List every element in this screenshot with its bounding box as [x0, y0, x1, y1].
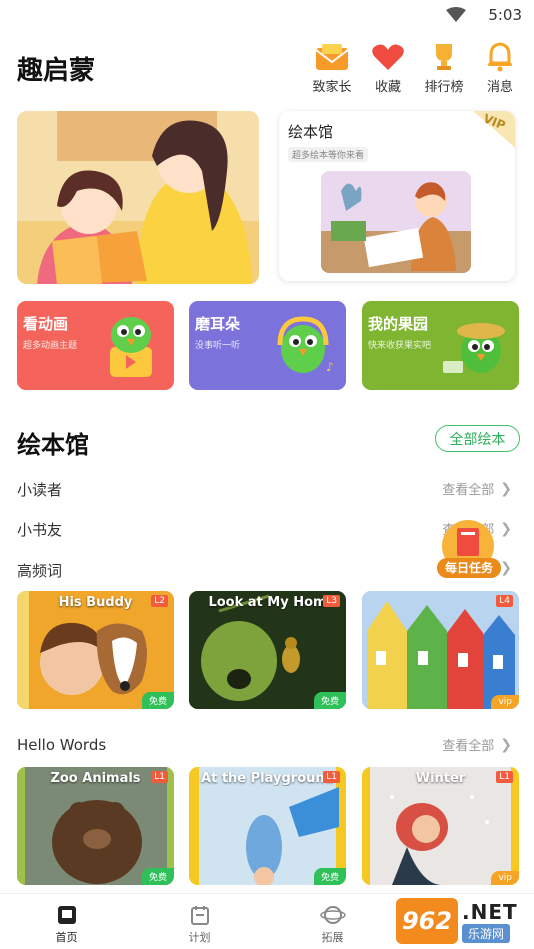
- promo-illustration: [321, 171, 471, 273]
- view-all-little-readers[interactable]: 查看全部 ❯: [442, 479, 512, 499]
- nav-plan[interactable]: 计划: [133, 894, 266, 949]
- messages-label: 消息: [486, 80, 513, 95]
- favorites-label: 收藏: [374, 80, 401, 95]
- cartoons-subtitle: 超多动画主题: [23, 341, 78, 351]
- vip-badge: vip: [491, 695, 519, 709]
- book-card[interactable]: Winter L1 vip: [362, 767, 519, 885]
- parents-label: 致家长: [312, 80, 352, 95]
- farmer-parrot-mascot-icon: [443, 323, 505, 373]
- site-watermark-logo: 962 .NET 乐游网: [396, 898, 530, 944]
- listening-subtitle: 没事听一听: [195, 341, 241, 351]
- wifi-icon: [446, 7, 466, 22]
- tv-parrot-mascot-icon: [110, 317, 152, 377]
- level-badge: L4: [496, 595, 513, 607]
- row-label-book-friends: 小书友: [17, 521, 63, 539]
- chevron-right-icon: ❯: [500, 560, 512, 576]
- view-all-label: 查看全部: [442, 739, 495, 754]
- nav-home[interactable]: 首页: [0, 894, 133, 949]
- bell-icon: [480, 40, 520, 74]
- top-actions: 致家长 收藏 排行榜 消息: [304, 40, 528, 95]
- free-badge: 免费: [313, 692, 346, 709]
- vip-badge: vip: [491, 871, 519, 885]
- listening-card[interactable]: 磨耳朵 没事听一听 ♪: [189, 301, 346, 390]
- nav-explore-label: 拓展: [321, 931, 344, 944]
- trophy-icon: [424, 40, 464, 74]
- clock: 5:03: [488, 6, 522, 24]
- chevron-right-icon: ❯: [500, 520, 512, 537]
- level-badge: L3: [323, 595, 340, 607]
- daily-task-label: 每日任务: [437, 558, 501, 578]
- parents-button[interactable]: 致家长: [304, 40, 360, 95]
- orchard-card[interactable]: 我的果园 快来收获果实吧: [362, 301, 519, 390]
- level-badge: L1: [323, 771, 340, 783]
- promo-title: 绘本馆: [288, 123, 334, 141]
- orchard-title: 我的果园: [368, 315, 429, 333]
- messages-button[interactable]: 消息: [472, 40, 528, 95]
- favorites-button[interactable]: 收藏: [360, 40, 416, 95]
- book-cover-colorful-houses: [362, 591, 519, 709]
- row-label-high-frequency: 高频词: [17, 562, 63, 580]
- level-badge: L1: [496, 771, 513, 783]
- app-title: 趣启蒙: [17, 56, 96, 86]
- section-title: 绘本馆: [17, 431, 89, 459]
- watermark-net: .NET: [462, 900, 518, 924]
- leaderboard-label: 排行榜: [424, 80, 464, 95]
- home-book-icon: [57, 906, 76, 924]
- headphone-parrot-mascot-icon: ♪: [277, 316, 334, 374]
- orchard-subtitle: 快来收获果实吧: [368, 341, 432, 351]
- free-badge: 免费: [313, 868, 346, 885]
- book-card[interactable]: His Buddy L2 免费: [17, 591, 174, 709]
- status-bar: 5:03: [0, 0, 534, 30]
- mother-child-reading-illustration: [17, 111, 259, 284]
- all-books-button[interactable]: 全部绘本: [435, 425, 520, 452]
- book-card[interactable]: Look at My Hom L3 免费: [189, 591, 346, 709]
- free-badge: 免费: [141, 692, 174, 709]
- nav-home-label: 首页: [55, 931, 78, 944]
- planet-icon: [319, 906, 346, 924]
- row-label-little-readers: 小读者: [17, 481, 63, 499]
- hero-banner[interactable]: [17, 111, 259, 284]
- row-label-hello-words: Hello Words: [17, 736, 107, 754]
- nav-plan-label: 计划: [188, 931, 211, 944]
- book-card[interactable]: Zoo Animals L1 免费: [17, 767, 174, 885]
- svg-text:♪: ♪: [326, 360, 334, 374]
- picture-book-promo-card[interactable]: 绘本馆 超多绘本等你来看 VIP: [279, 111, 515, 281]
- heart-icon: [368, 40, 408, 74]
- chevron-right-icon: ❯: [500, 480, 512, 497]
- promo-subtitle: 超多绘本等你来看: [288, 147, 369, 162]
- daily-task-button[interactable]: 每日任务: [437, 520, 501, 582]
- level-badge: L1: [151, 771, 168, 783]
- watermark-cn: 乐游网: [462, 924, 511, 943]
- view-all-label: 查看全部: [442, 483, 495, 498]
- level-badge: L2: [151, 595, 168, 607]
- nav-explore[interactable]: 拓展: [266, 894, 399, 949]
- watermark-logo: 962: [396, 898, 458, 944]
- chevron-right-icon: ❯: [500, 736, 512, 753]
- calendar-icon: [190, 906, 209, 925]
- leaderboard-button[interactable]: 排行榜: [416, 40, 472, 95]
- view-all-hello-words[interactable]: 查看全部 ❯: [442, 735, 512, 755]
- listening-title: 磨耳朵: [195, 315, 241, 333]
- free-badge: 免费: [141, 868, 174, 885]
- envelope-icon: [312, 40, 352, 74]
- book-card[interactable]: L4 vip: [362, 591, 519, 709]
- book-card[interactable]: At the Playground L1 免费: [189, 767, 346, 885]
- cartoons-card[interactable]: 看动画 超多动画主题: [17, 301, 174, 390]
- cartoons-title: 看动画: [23, 315, 69, 333]
